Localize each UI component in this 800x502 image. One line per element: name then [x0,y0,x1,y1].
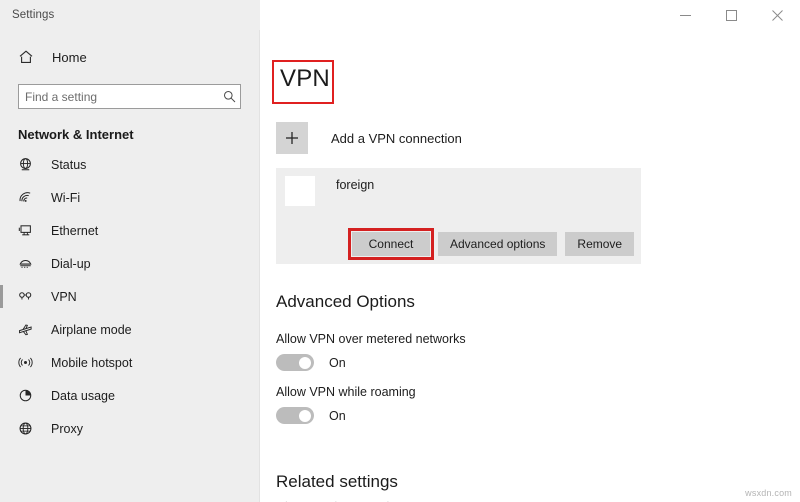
sidebar-item-home[interactable]: Home [0,40,259,74]
window-controls [260,0,800,30]
toggle-knob [299,356,311,369]
close-icon [771,9,783,21]
search-box[interactable] [18,84,241,109]
sidebar-item-vpn[interactable]: VPN [0,280,259,313]
allow-vpn-roaming-row: On [276,407,346,424]
minimize-icon [679,14,691,16]
sidebar: Home Network & Internet [0,30,260,502]
sidebar-item-data-usage[interactable]: Data usage [0,379,259,412]
plus-icon [276,122,308,154]
sidebar-item-label: Dial-up [51,256,91,271]
toggle-knob [299,409,311,422]
dialup-modem-icon [18,256,38,271]
sidebar-item-label: Airplane mode [51,322,132,337]
allow-vpn-metered-label: Allow VPN over metered networks [276,332,466,346]
sidebar-item-wifi[interactable]: Wi-Fi [0,181,259,214]
settings-window: Settings Home Find a setting Network & I… [0,0,800,502]
sidebar-item-label: Wi-Fi [51,190,81,205]
related-settings-heading: Related settings [276,472,398,491]
home-label: Home [52,49,87,65]
sidebar-item-airplane-mode[interactable]: Airplane mode [0,313,259,346]
vpn-connection-actions: Connect Advanced options Remove [352,232,635,256]
window-title: Settings [12,9,55,21]
sidebar-item-label: Ethernet [51,223,99,238]
allow-vpn-metered-state: On [329,355,346,370]
ethernet-icon [18,223,38,238]
add-vpn-connection-label: Add a VPN connection [331,130,462,146]
airplane-icon [18,322,38,337]
sidebar-item-label: Proxy [51,421,83,436]
add-vpn-connection-button[interactable]: Add a VPN connection [276,122,462,154]
main-content: VPN Add a VPN connection foreign Connect… [260,30,800,502]
vpn-key-icon [18,289,38,304]
sidebar-item-mobile-hotspot[interactable]: Mobile hotspot [0,346,259,379]
hotspot-icon [18,355,38,370]
watermark: wsxdn.com [745,488,792,498]
page-title: VPN [280,65,330,92]
maximize-icon [725,9,737,21]
title-bar-left: Settings [0,0,260,30]
advanced-options-button[interactable]: Advanced options [438,232,558,256]
search-icon [218,90,240,103]
vpn-connection-name: foreign [336,178,375,192]
wifi-icon [18,190,38,205]
window-body: Home Network & Internet [0,30,800,502]
remove-button[interactable]: Remove [565,232,635,256]
minimize-button[interactable] [662,0,708,30]
vpn-connection-card[interactable]: foreign Connect Advanced options Remove [276,168,641,264]
sidebar-item-ethernet[interactable]: Ethernet [0,214,259,247]
sidebar-section-title: Network & Internet [18,127,134,142]
allow-vpn-metered-toggle[interactable] [276,354,314,371]
allow-vpn-metered-row: On [276,354,346,371]
advanced-options-heading: Advanced Options [276,292,415,311]
home-icon [18,49,40,65]
sidebar-item-label: Status [51,157,87,172]
sidebar-item-label: Data usage [51,388,115,403]
globe-proxy-icon [18,421,38,436]
allow-vpn-roaming-state: On [329,408,346,423]
sidebar-item-proxy[interactable]: Proxy [0,412,259,445]
sidebar-item-status[interactable]: Status [0,148,259,181]
connect-button[interactable]: Connect [352,232,430,256]
allow-vpn-roaming-label: Allow VPN while roaming [276,385,416,399]
search-input[interactable] [19,85,218,108]
vpn-connection-icon [285,176,315,206]
title-bar: Settings [0,0,800,30]
close-button[interactable] [754,0,800,30]
sidebar-item-dialup[interactable]: Dial-up [0,247,259,280]
globe-status-icon [18,157,38,172]
allow-vpn-roaming-toggle[interactable] [276,407,314,424]
pie-chart-icon [18,388,38,403]
maximize-button[interactable] [708,0,754,30]
sidebar-item-label: Mobile hotspot [51,355,133,370]
sidebar-item-label: VPN [51,289,77,304]
